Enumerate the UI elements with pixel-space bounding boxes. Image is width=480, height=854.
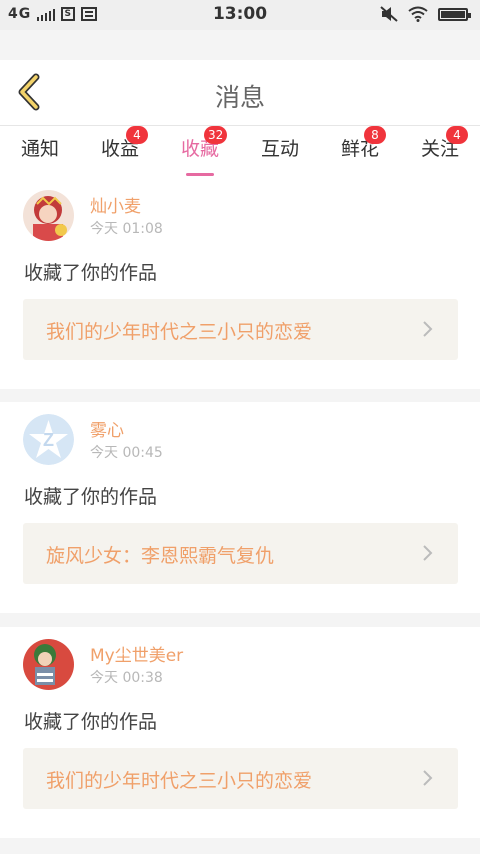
tab-bar: 通知 收益 4 收藏 32 互动 鲜花 8 关注 4 [0,126,480,178]
user-name[interactable]: My尘世美er [90,641,183,666]
nav-header: 消息 [0,60,480,126]
tab-flowers[interactable]: 鲜花 8 [330,126,390,161]
battery-icon [438,7,471,21]
avatar[interactable]: Z [23,414,74,465]
notification-card: Z 雾心 今天 00:45 收藏了你的作品 旋风少女：李恩熙霸气复仇 [0,402,480,613]
cartoon-person-avatar-icon [23,639,74,690]
tab-favorites[interactable]: 收藏 32 [170,126,230,176]
tab-notice[interactable]: 通知 [10,134,70,161]
work-title: 旋风少女：李恩熙霸气复仇 [46,545,275,567]
timestamp: 今天 00:38 [90,670,163,686]
active-tab-indicator [186,173,214,176]
status-right [380,6,471,22]
tab-badge: 32 [204,126,228,144]
tab-badge: 4 [446,126,468,144]
user-name[interactable]: 灿小麦 [90,192,141,217]
svg-text:Z: Z [43,430,54,450]
tab-label: 通知 [20,138,59,160]
tab-badge: 4 [126,126,148,144]
notification-card: 灿小麦 今天 01:08 收藏了你的作品 我们的少年时代之三小只的恋爱 [0,178,480,389]
timestamp: 今天 00:45 [90,445,163,461]
tab-interaction[interactable]: 互动 [250,134,310,161]
notification-card: My尘世美er 今天 00:38 收藏了你的作品 我们的少年时代之三小只的恋爱 [0,627,480,838]
user-name[interactable]: 雾心 [90,416,124,441]
tab-follow[interactable]: 关注 4 [410,126,470,161]
action-text: 收藏了你的作品 [24,711,158,733]
default-avatar-icon: Z [23,414,74,465]
work-link[interactable]: 我们的少年时代之三小只的恋爱 [23,299,458,360]
anime-girl-avatar-icon [23,190,74,241]
action-text: 收藏了你的作品 [24,486,158,508]
wifi-icon [408,6,428,22]
tab-badge: 8 [364,126,386,144]
page-title: 消息 [214,83,265,112]
action-text: 收藏了你的作品 [24,262,158,284]
avatar[interactable] [23,639,74,690]
chevron-right-icon [423,770,433,786]
status-bar: 4G S 13:00 [0,0,480,30]
tab-earnings[interactable]: 收益 4 [90,126,150,161]
work-title: 我们的少年时代之三小只的恋爱 [46,321,313,343]
chevron-right-icon [423,545,433,561]
avatar[interactable] [23,190,74,241]
work-link[interactable]: 我们的少年时代之三小只的恋爱 [23,748,458,809]
tab-label: 互动 [260,138,299,160]
timestamp: 今天 01:08 [90,221,163,237]
work-title: 我们的少年时代之三小只的恋爱 [46,770,313,792]
work-link[interactable]: 旋风少女：李恩熙霸气复仇 [23,523,458,584]
mute-icon [380,6,398,22]
chevron-right-icon [423,321,433,337]
